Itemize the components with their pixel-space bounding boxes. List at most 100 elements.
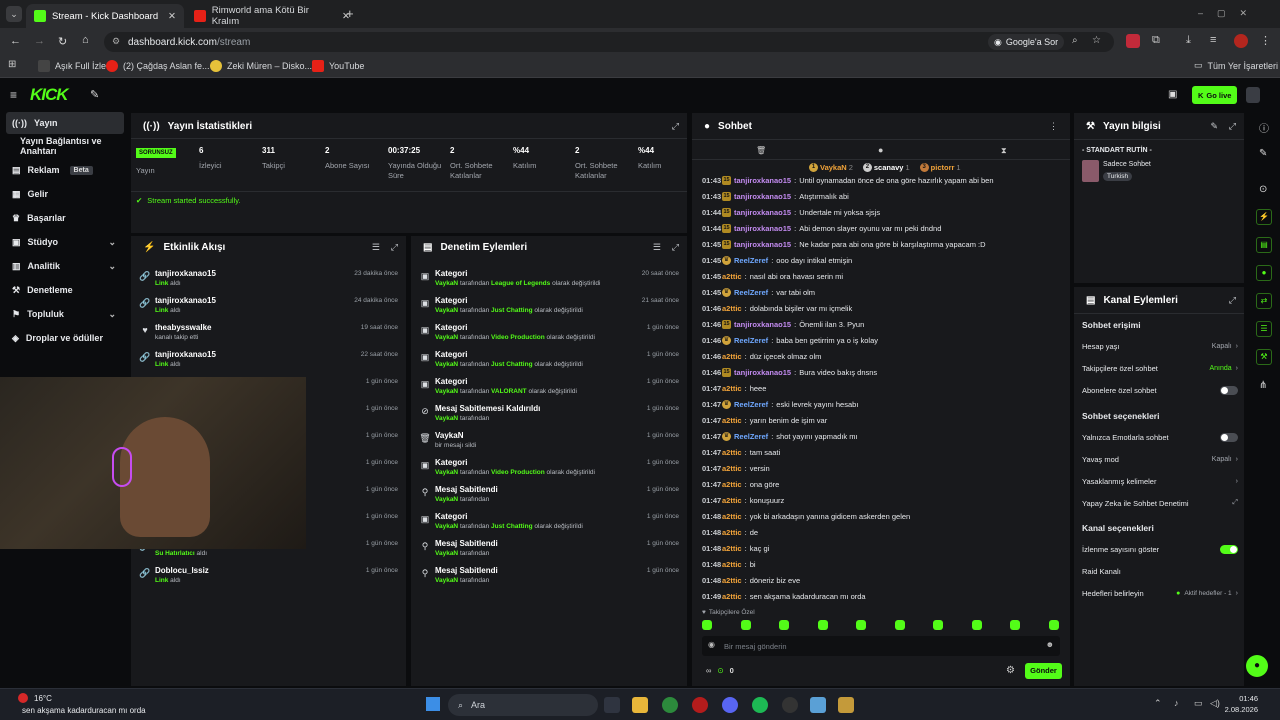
sidebar-item-stream-key[interactable]: Yayın Bağlantısı ve Anahtarı bbox=[14, 135, 128, 157]
trash-icon[interactable]: 🗑 bbox=[756, 146, 766, 155]
emote-icon[interactable] bbox=[856, 620, 866, 630]
chat-message[interactable]: 01:47 ♛ ReelZeref: shot yayını yapmadık mı bbox=[702, 429, 858, 443]
app-icon[interactable] bbox=[838, 697, 854, 713]
chat-username[interactable]: a2ttic bbox=[722, 416, 742, 425]
profile-avatar-icon[interactable] bbox=[1234, 34, 1248, 48]
user-avatar[interactable] bbox=[1246, 87, 1260, 103]
chat-message[interactable]: 01:49 a2ttic: sen akşama kadarduracan mı o… bbox=[702, 589, 866, 603]
chat-message[interactable]: 01:46 ♛ ReelZeref: baba ben getirrim ya o i… bbox=[702, 333, 878, 347]
rail-doc-icon[interactable]: ▤ bbox=[1256, 237, 1272, 253]
rail-wrench-icon[interactable]: ⚒ bbox=[1256, 349, 1272, 365]
zoom-icon[interactable]: ⌕ bbox=[1072, 35, 1078, 46]
new-tab-button[interactable]: + bbox=[346, 6, 354, 21]
sidebar-item-gelir[interactable]: ▦ Gelir bbox=[6, 183, 124, 205]
sidebar-item-yayin[interactable]: ((·)) Yayın bbox=[6, 112, 124, 134]
window-controls[interactable]: –▢✕ bbox=[1198, 8, 1261, 19]
emote-icon[interactable] bbox=[702, 620, 712, 630]
chat-username[interactable]: a2ttic bbox=[722, 576, 742, 585]
chat-message[interactable]: 01:43 15 tanjiroxkanao15: Atıştırmalık abi bbox=[702, 189, 849, 203]
chat-toggle-icon[interactable]: ● bbox=[878, 145, 883, 155]
google-lens-button[interactable]: ◉ Google'a Sor bbox=[988, 34, 1065, 50]
top-chatter[interactable]: 1 VaykaN 2 bbox=[809, 163, 853, 172]
chat-message[interactable]: 01:45 ♛ ReelZeref: var tabi olm bbox=[702, 285, 815, 299]
chat-message[interactable]: 01:48 a2ttic: kaç gi bbox=[702, 541, 769, 555]
sidebar-item-reklam[interactable]: ▤ Reklam Beta bbox=[6, 159, 124, 181]
close-tab-icon[interactable]: ✕ bbox=[168, 11, 176, 22]
taskbar-search[interactable]: ⌕ Ara bbox=[448, 694, 598, 716]
mic-icon[interactable]: ♪ bbox=[1174, 698, 1179, 708]
slow-mode-setting[interactable]: Yavaş mod Kapalı › bbox=[1082, 452, 1238, 466]
chat-username[interactable]: a2ttic bbox=[722, 448, 742, 457]
media-icon[interactable]: ≡ bbox=[1210, 34, 1216, 46]
emote-icon[interactable] bbox=[894, 620, 905, 630]
chat-username[interactable]: tanjiroxkanao15 bbox=[734, 320, 791, 329]
activity-item[interactable]: 🔗 tanjiroxkanao15 Link aldı 24 dakika önce bbox=[131, 292, 406, 319]
activity-item[interactable]: 🔗 Doblocu_lssiz Link aldı 1 gün önce bbox=[131, 562, 406, 589]
home-icon[interactable]: ⌂ bbox=[82, 34, 89, 46]
chat-username[interactable]: ReelZeref bbox=[734, 288, 768, 297]
clock-date[interactable]: 2.08.2026 bbox=[1206, 705, 1258, 714]
emote-icon[interactable] bbox=[933, 620, 943, 630]
tab-search-button[interactable]: ⌄ bbox=[6, 6, 22, 22]
sidebar-item-basarilar[interactable]: ♛ Başarılar bbox=[6, 207, 124, 229]
file-explorer-icon[interactable] bbox=[632, 697, 648, 713]
filter-icon[interactable]: ☰ bbox=[653, 242, 661, 253]
goals-setting[interactable]: Hedefleri belirleyin ● Aktif hedefler - 1 › bbox=[1082, 586, 1238, 600]
moderation-item[interactable]: ⚲ Mesaj Sabitlendi VaykaN tarafından 1 gün … bbox=[411, 562, 687, 589]
chat-message[interactable]: 01:43 15 tanjiroxkanao15: Until oynamadan ö… bbox=[702, 173, 994, 187]
chat-message[interactable]: 01:46 15 tanjiroxkanao15: Önemli ilan 3. Py… bbox=[702, 317, 864, 331]
chat-message[interactable]: 01:48 a2ttic: bi bbox=[702, 557, 756, 571]
info-icon[interactable]: ⓘ bbox=[1259, 120, 1269, 135]
obs-icon[interactable] bbox=[782, 697, 798, 713]
bookmark-item[interactable]: Zeki Müren – Disko... bbox=[210, 60, 312, 72]
emote-icon[interactable] bbox=[779, 620, 789, 630]
chat-username[interactable]: a2ttic bbox=[722, 352, 742, 361]
moderation-item[interactable]: ⚲ Mesaj Sabitlendi VaykaN tarafından 1 gün … bbox=[411, 481, 687, 508]
chat-settings-icon[interactable]: ⚙ bbox=[1006, 665, 1015, 676]
target-icon[interactable]: ⊙ bbox=[1259, 184, 1267, 195]
moderation-item[interactable]: ▣ Kategori VaykaN tarafından Video Product… bbox=[411, 319, 687, 346]
chat-username[interactable]: ReelZeref bbox=[734, 400, 768, 409]
chat-message[interactable]: 01:48 a2ttic: de bbox=[702, 525, 758, 539]
tab-kick-dashboard[interactable]: Stream - Kick Dashboard ✕ bbox=[26, 4, 184, 28]
moderation-item[interactable]: ▣ Kategori VaykaN tarafından Just Chatting… bbox=[411, 292, 687, 319]
chrome-icon[interactable] bbox=[662, 697, 678, 713]
chat-username[interactable]: tanjiroxkanao15 bbox=[734, 208, 791, 217]
filter-icon[interactable]: ☰ bbox=[372, 242, 380, 253]
emote-icon[interactable] bbox=[817, 620, 828, 630]
tray-chevron-icon[interactable]: ⌃ bbox=[1154, 698, 1162, 709]
chat-message[interactable]: 01:46 a2ttic: düz içecek olmaz olm bbox=[702, 349, 821, 363]
chat-message[interactable]: 01:44 15 tanjiroxkanao15: Abi demon slayer … bbox=[702, 221, 941, 235]
moderation-item[interactable]: ▣ Kategori VaykaN tarafından VALORANT olar… bbox=[411, 373, 687, 400]
camera-icon[interactable]: ▣ bbox=[1168, 89, 1177, 100]
moderation-item[interactable]: 🗑 VaykaN bir mesajı sildi 1 gün önce bbox=[411, 427, 687, 454]
clock-time[interactable]: 01:46 bbox=[1218, 694, 1258, 703]
chat-message[interactable]: 01:46 a2ttic: dolabında bişiler var mı içm… bbox=[702, 301, 852, 315]
rail-bolt-icon[interactable]: ⚡ bbox=[1256, 209, 1272, 225]
tab-rimworld[interactable]: Rimworld ama Kötü Bir Kralım ✕ bbox=[186, 4, 358, 28]
emote-icon[interactable] bbox=[971, 620, 982, 630]
forward-icon[interactable]: → bbox=[34, 35, 45, 47]
chat-username[interactable]: a2ttic bbox=[722, 464, 742, 473]
chat-message[interactable]: 01:47 a2ttic: yarın benim de işim var bbox=[702, 413, 827, 427]
emote-icon[interactable] bbox=[1048, 620, 1059, 630]
emote-icon[interactable] bbox=[1010, 620, 1020, 630]
sidebar-item-droplar[interactable]: ◈ Droplar ve ödüller bbox=[6, 327, 124, 349]
points-icon[interactable]: ⊙ bbox=[717, 666, 723, 675]
chat-username[interactable]: tanjiroxkanao15 bbox=[734, 224, 791, 233]
rail-list-icon[interactable]: ☰ bbox=[1256, 321, 1272, 337]
bookmark-item[interactable]: (2) Çağdaş Aslan fe... bbox=[106, 60, 210, 72]
chat-message[interactable]: 01:45 ♛ ReelZeref: ooo dayı intikal etmişin bbox=[702, 253, 852, 267]
address-field[interactable]: ⚙ dashboard.kick.com/stream ◉ Google'a So… bbox=[104, 32, 1114, 52]
raid-setting[interactable]: Raid Kanalı bbox=[1082, 564, 1238, 578]
chat-message[interactable]: 01:45 15 tanjiroxkanao15: Ne kadar para abi… bbox=[702, 237, 986, 251]
chat-username[interactable]: ReelZeref bbox=[734, 432, 768, 441]
download-icon[interactable]: ⤓ bbox=[1186, 34, 1191, 47]
chat-message[interactable]: 01:47 a2ttic: ona göre bbox=[702, 477, 779, 491]
sidebar-item-studyo[interactable]: ▣ Stüdyo ⌄ bbox=[6, 231, 124, 253]
chat-username[interactable]: a2ttic bbox=[722, 496, 742, 505]
pen-icon[interactable]: ✎ bbox=[1259, 148, 1267, 159]
chat-menu-icon[interactable]: ⋮ bbox=[1049, 121, 1058, 132]
chat-message[interactable]: 01:48 a2ttic: yok bi arkadaşın yanına gidi… bbox=[702, 509, 910, 523]
bookmark-star-icon[interactable]: ☆ bbox=[1092, 35, 1101, 46]
